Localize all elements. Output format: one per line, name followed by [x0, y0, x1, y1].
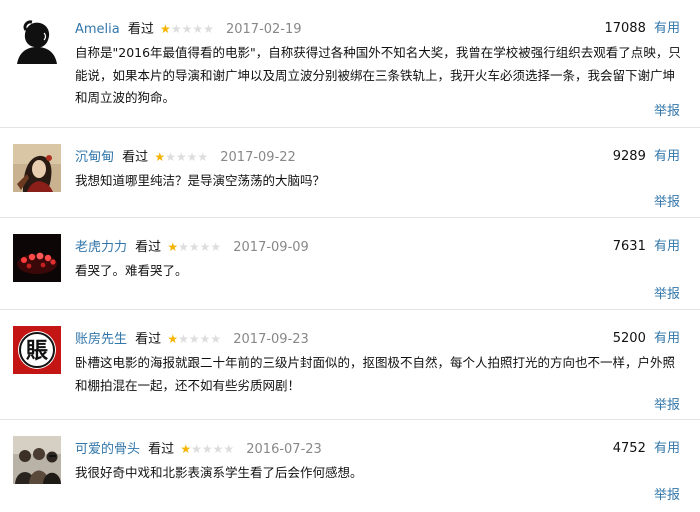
zhang-character-avatar-icon: 賬: [13, 326, 61, 374]
comment-item: 沉甸甸 看过 ★★★★★ 2017-09-22 9289 有用 我想知道哪里纯洁…: [0, 128, 700, 218]
user-avatar[interactable]: 賬: [13, 326, 61, 374]
star-empty-icon: ★★★★: [178, 332, 222, 346]
vote-count: 5200: [612, 331, 646, 346]
comment-item: 可爱的骨头 看过 ★★★★★ 2016-07-23 4752 有用 我很好奇中戏…: [0, 420, 700, 512]
star-empty-icon: ★★★★: [191, 442, 235, 456]
comment-item: Amelia 看过 ★★★★★ 2017-02-19 17088 有用 自称是"…: [0, 0, 700, 128]
vote-count: 17088: [604, 21, 646, 36]
star-filled-icon: ★: [180, 442, 192, 456]
comment-date: 2016-07-23: [246, 442, 322, 457]
comment-item: 賬 账房先生 看过 ★★★★★ 2017-09-23 5200 有用 卧槽这电影…: [0, 310, 700, 420]
comment-meta: 可爱的骨头 看过 ★★★★★ 2016-07-23: [75, 438, 322, 460]
illustrated-portrait-avatar-icon: [13, 144, 61, 192]
useful-vote-link[interactable]: 有用: [654, 331, 680, 346]
vote-area: 17088 有用: [604, 18, 680, 40]
group-photo-avatar-icon: [13, 436, 61, 484]
user-avatar[interactable]: [13, 234, 61, 282]
user-name-link[interactable]: 沉甸甸: [75, 150, 114, 165]
comment-meta: 老虎力力 看过 ★★★★★ 2017-09-09: [75, 236, 309, 258]
report-link[interactable]: 举报: [654, 285, 680, 305]
comment-meta: Amelia 看过 ★★★★★ 2017-02-19: [75, 18, 302, 40]
vote-count: 9289: [612, 149, 646, 164]
watched-label: 看过: [127, 22, 154, 37]
report-link[interactable]: 举报: [654, 102, 680, 122]
comment-date: 2017-02-19: [225, 22, 302, 37]
avatar-glyph: 賬: [26, 339, 49, 364]
star-empty-icon: ★★★★: [170, 22, 214, 36]
comment-date: 2017-09-23: [233, 332, 309, 347]
report-link[interactable]: 举报: [654, 193, 680, 213]
vote-count: 7631: [612, 239, 646, 254]
rating-stars: ★★★★★: [154, 146, 208, 168]
star-filled-icon: ★: [167, 240, 179, 254]
report-link[interactable]: 举报: [654, 486, 680, 506]
comment-date: 2017-09-09: [233, 240, 309, 255]
rating-stars: ★★★★★: [167, 328, 221, 350]
rating-stars: ★★★★★: [160, 18, 214, 40]
rating-stars: ★★★★★: [167, 236, 221, 258]
star-empty-icon: ★★★★: [178, 240, 222, 254]
vote-count: 4752: [612, 441, 646, 456]
star-filled-icon: ★: [154, 150, 166, 164]
useful-vote-link[interactable]: 有用: [654, 239, 680, 254]
vote-area: 4752 有用: [613, 438, 680, 460]
report-link[interactable]: 举报: [654, 396, 680, 416]
comment-meta: 沉甸甸 看过 ★★★★★ 2017-09-22: [75, 146, 296, 168]
vote-area: 5200 有用: [613, 328, 680, 350]
user-avatar[interactable]: [13, 16, 61, 64]
vote-area: 9289 有用: [613, 146, 680, 168]
star-empty-icon: ★★★★: [165, 150, 209, 164]
comment-item: 老虎力力 看过 ★★★★★ 2017-09-09 7631 有用 看哭了。难看哭…: [0, 218, 700, 310]
watched-label: 看过: [122, 150, 149, 165]
user-avatar[interactable]: [13, 436, 61, 484]
user-name-link[interactable]: 可爱的骨头: [75, 442, 140, 457]
comment-list: Amelia 看过 ★★★★★ 2017-02-19 17088 有用 自称是"…: [0, 0, 700, 512]
watched-label: 看过: [135, 332, 162, 347]
comment-date: 2017-09-22: [220, 150, 296, 165]
rating-stars: ★★★★★: [180, 438, 234, 460]
user-name-link[interactable]: Amelia: [75, 22, 120, 37]
vote-area: 7631 有用: [613, 236, 680, 258]
star-filled-icon: ★: [167, 332, 179, 346]
watched-label: 看过: [135, 240, 162, 255]
silhouette-avatar-icon: [13, 16, 61, 64]
useful-vote-link[interactable]: 有用: [654, 21, 680, 36]
watched-label: 看过: [148, 442, 175, 457]
comment-text: 卧槽这电影的海报就跟二十年前的三级片封面似的，抠图极不自然，每个人拍照打光的方向…: [75, 355, 676, 393]
comment-meta: 账房先生 看过 ★★★★★ 2017-09-23: [75, 328, 309, 350]
comment-text: 我很好奇中戏和北影表演系学生看了后会作何感想。: [75, 465, 363, 480]
candles-avatar-icon: [13, 234, 61, 282]
useful-vote-link[interactable]: 有用: [654, 441, 680, 456]
user-name-link[interactable]: 账房先生: [75, 332, 127, 347]
star-filled-icon: ★: [160, 22, 171, 36]
comment-text: 我想知道哪里纯洁？是导演空荡荡的大脑吗？: [75, 173, 326, 188]
useful-vote-link[interactable]: 有用: [654, 149, 680, 164]
user-name-link[interactable]: 老虎力力: [75, 240, 127, 255]
comment-text: 看哭了。难看哭了。: [75, 263, 188, 278]
user-avatar[interactable]: [13, 144, 61, 192]
comment-text: 自称是"2016年最值得看的电影"，自称获得过各种国外不知名大奖，我曾在学校被强…: [75, 45, 681, 105]
